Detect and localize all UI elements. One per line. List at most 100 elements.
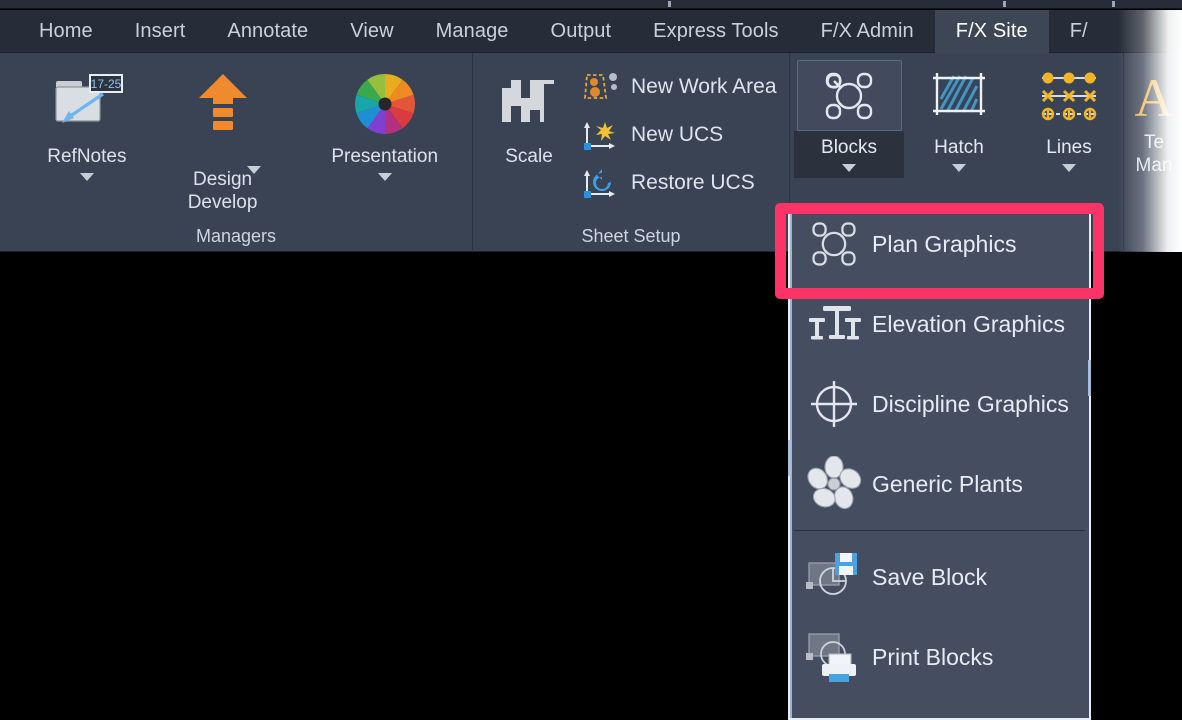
sheet-setup-rows: New Work Area New UCS Restore UCS <box>575 59 787 207</box>
new-work-area-label: New Work Area <box>631 75 777 98</box>
refnotes-label: RefNotes <box>47 146 127 167</box>
plan-graphics-icon <box>804 214 864 274</box>
ribbon-tab-strip: Home Insert Annotate View Manage Output … <box>0 10 1182 53</box>
menu-item-label: Generic Plants <box>872 470 1023 497</box>
restore-ucs-label: Restore UCS <box>631 171 755 194</box>
menu-item-discipline-graphics[interactable]: Discipline Graphics <box>790 364 1089 444</box>
tab-label: F/X Site <box>955 20 1028 42</box>
scale-button[interactable]: Scale <box>483 59 575 168</box>
presentation-label: Presentation <box>331 146 439 167</box>
tab-label: Home <box>39 20 93 42</box>
new-ucs-button[interactable]: New UCS <box>575 111 787 159</box>
hatch-icon-cell[interactable] <box>907 60 1012 131</box>
tab-view[interactable]: View <box>329 10 414 53</box>
print-blocks-icon <box>804 627 864 687</box>
panel-title-sheet-setup: Sheet Setup <box>581 226 681 246</box>
blocks-icon <box>825 72 873 119</box>
text-manager-button[interactable]: A Te Man <box>1126 59 1182 177</box>
chevron-down-icon[interactable] <box>247 166 262 174</box>
chrome-mark-3 <box>1112 1 1115 7</box>
restore-ucs-button[interactable]: Restore UCS <box>575 159 787 207</box>
refnotes-badge-text: 17-25 <box>91 77 122 91</box>
tab-label: F/X Admin <box>820 20 914 42</box>
tab-label: Insert <box>134 20 186 42</box>
lines-label: Lines <box>1046 137 1092 158</box>
chevron-down-icon[interactable] <box>842 164 856 172</box>
refnotes-button[interactable]: 17-25 RefNotes <box>26 59 148 182</box>
design-develop-arrow-icon <box>195 67 251 141</box>
lines-split-button[interactable]: Lines <box>1014 53 1124 178</box>
hatch-icon <box>933 72 985 115</box>
blocks-label-cell[interactable]: Blocks <box>794 131 904 178</box>
new-work-area-icon <box>579 67 623 107</box>
new-ucs-label: New UCS <box>631 123 724 146</box>
ribbon-panel-managers: 17-25 RefNotes Design Develop Presentati… <box>0 53 473 252</box>
scale-label: Scale <box>505 146 553 167</box>
tab-output[interactable]: Output <box>530 10 633 53</box>
text-manager-A-icon: A <box>1134 68 1174 128</box>
design-develop-label: Design Develop <box>187 145 262 238</box>
ribbon-panel-sheet-setup: Scale New Work Area New UCS Restore UCS … <box>473 53 790 252</box>
tab-fx-site[interactable]: F/X Site <box>934 10 1049 53</box>
text-manager-label: Te Man <box>1135 132 1173 177</box>
hatch-split-button[interactable]: Hatch <box>904 53 1014 178</box>
chevron-down-icon[interactable] <box>79 173 94 182</box>
menu-item-save-block[interactable]: Save Block <box>790 537 1089 617</box>
design-develop-button[interactable]: Design Develop <box>148 59 298 238</box>
lines-icon-cell[interactable] <box>1017 60 1122 131</box>
tab-label: F/ <box>1069 20 1088 42</box>
save-block-icon <box>804 547 864 607</box>
presentation-button[interactable]: Presentation <box>297 59 472 182</box>
new-work-area-button[interactable]: New Work Area <box>575 63 787 111</box>
presentation-colorwheel-icon <box>352 67 418 141</box>
menu-item-label: Print Blocks <box>872 643 994 670</box>
menu-item-elevation-graphics[interactable]: Elevation Graphics <box>790 284 1089 364</box>
tab-fx-next[interactable]: F/ <box>1049 10 1109 53</box>
window-chrome-sliver <box>0 0 1182 9</box>
hatch-label: Hatch <box>934 137 984 158</box>
menu-item-label: Elevation Graphics <box>872 310 1066 337</box>
scale-bars-icon <box>498 67 560 141</box>
tab-annotate[interactable]: Annotate <box>206 10 329 53</box>
chrome-mark-1 <box>668 1 671 7</box>
elevation-graphics-icon <box>804 294 864 354</box>
tab-manage[interactable]: Manage <box>415 10 530 53</box>
menu-item-plan-graphics[interactable]: Plan Graphics <box>790 204 1089 284</box>
chevron-down-icon[interactable] <box>1062 164 1076 172</box>
tab-fx-admin[interactable]: F/X Admin <box>800 10 935 53</box>
refnotes-folder-icon: 17-25 <box>48 67 126 141</box>
blocks-icon-cell[interactable] <box>796 60 902 131</box>
new-ucs-icon <box>579 115 623 155</box>
restore-ucs-icon <box>579 163 623 203</box>
panel-title-managers: Managers <box>195 226 277 246</box>
tab-label: View <box>350 20 394 42</box>
tab-label: Output <box>550 20 612 42</box>
ribbon-tabs: Home Insert Annotate View Manage Output … <box>18 10 1109 53</box>
application-window: Home Insert Annotate View Manage Output … <box>0 0 1182 720</box>
tab-home[interactable]: Home <box>18 10 114 53</box>
hatch-label-cell[interactable]: Hatch <box>904 131 1014 178</box>
blocks-split-button[interactable]: Blocks <box>794 53 904 178</box>
chevron-down-icon[interactable] <box>377 173 392 182</box>
chrome-mark-2 <box>1003 1 1006 7</box>
tab-insert[interactable]: Insert <box>114 10 207 53</box>
lines-icon <box>1041 72 1097 120</box>
menu-item-print-blocks[interactable]: Print Blocks <box>790 617 1089 697</box>
menu-item-label: Discipline Graphics <box>872 390 1069 417</box>
menu-item-label: Save Block <box>872 563 988 590</box>
design-develop-text: Design Develop <box>187 169 258 214</box>
blocks-flyout-menu: Plan Graphics Elevation Graphics Discipl… <box>788 204 1091 720</box>
menu-separator <box>794 530 1085 531</box>
menu-item-generic-plants[interactable]: Generic Plants <box>790 444 1089 524</box>
ribbon-panel-text: A Te Man <box>1124 53 1182 252</box>
discipline-graphics-icon <box>804 374 864 434</box>
lines-label-cell[interactable]: Lines <box>1014 131 1124 178</box>
blocks-label: Blocks <box>821 137 877 158</box>
tab-label: Annotate <box>227 20 309 42</box>
tab-label: Express Tools <box>653 20 779 42</box>
generic-plants-icon <box>804 454 864 514</box>
menu-item-label: Plan Graphics <box>872 230 1017 257</box>
tab-express-tools[interactable]: Express Tools <box>632 10 799 53</box>
tab-label: Manage <box>435 20 509 42</box>
chevron-down-icon[interactable] <box>952 164 966 172</box>
